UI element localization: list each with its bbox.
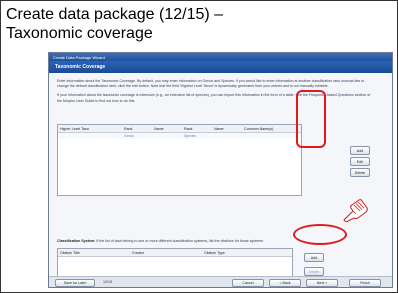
table-row[interactable]: Genus Species [58,133,301,139]
back-button[interactable]: < Back [269,279,301,287]
taxa-table[interactable]: Higher Level Taxa Rank Name Rank Name Co… [57,124,302,196]
taxa-col-name-1: Name [154,126,164,131]
save-for-later-button[interactable]: Save for Later [55,279,95,287]
slide-title-line1: Create data package (12/15) – [6,6,224,23]
taxa-col-rank-1: Rank [124,126,133,131]
page-count: 12/15 [103,280,112,284]
delete-taxon-button[interactable]: Delete [350,168,370,177]
section-header: Taxonomic Coverage [49,61,392,73]
intro-text: Enter information about the Taxonomic Co… [57,79,375,108]
taxa-table-header: Higher Level Taxa Rank Name Rank Name Co… [58,125,301,133]
section-title: Taxonomic Coverage [55,64,106,70]
window-title: Create Data Package Wizard [53,54,105,60]
wizard-content: Enter information about the Taxonomic Co… [49,73,392,287]
wizard-window: Create Data Package Wizard Taxonomic Cov… [48,52,393,288]
finish-button[interactable]: Finish [349,279,381,287]
taxa-buttons-highlight [296,90,326,148]
wizard-footer: Save for Later 12/15 Cancel < Back Next … [49,276,392,287]
intro-paragraph-1: Enter information about the Taxonomic Co… [57,79,365,89]
taxa-col-higher-level: Higher Level Taxa [60,126,89,131]
table-cell[interactable]: Genus [124,134,154,138]
edit-taxon-button[interactable]: Edit [350,157,370,166]
add-classification-highlight [293,224,347,245]
cancel-button[interactable]: Cancel [232,279,264,287]
classification-col-citation-title: Citation Title [60,250,80,255]
add-classification-button[interactable]: Add [304,253,324,262]
pointing-hand-icon [343,199,368,222]
delete-classification-button[interactable]: Delete [304,267,324,276]
add-taxon-button[interactable]: Add [350,146,370,155]
classification-col-citation-type: Citation Type [204,250,225,255]
intro-paragraph-2: If your information about the taxonomic … [57,93,371,103]
classification-table-header: Citation Title Creator Citation Type [58,249,292,257]
slide-title: Create data package (12/15) – Taxonomic … [6,5,396,43]
window-titlebar: Create Data Package Wizard [49,53,392,61]
table-cell[interactable]: Species [184,134,214,138]
slide-title-line2: Taxonomic coverage [6,25,153,42]
taxa-col-rank-2: Rank [184,126,193,131]
classification-col-creator: Creator [132,250,144,255]
classification-description: If the list of taxa belong to one or mor… [96,239,264,243]
classification-label: Classification System: [57,239,96,243]
taxa-col-common-names: Common Name(s) [244,126,274,131]
next-button[interactable]: Next > [306,279,338,287]
classification-table[interactable]: Citation Title Creator Citation Type [57,248,293,279]
taxa-col-name-2: Name [214,126,224,131]
